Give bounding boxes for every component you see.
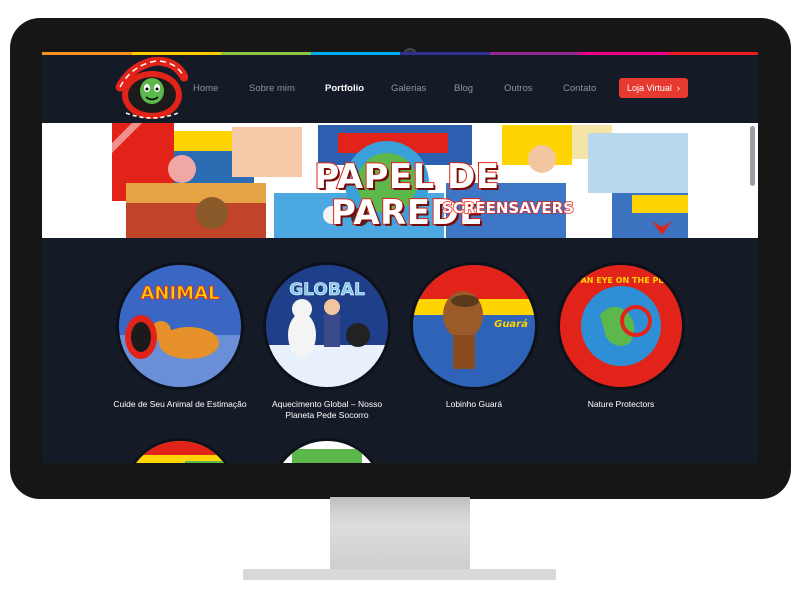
loja-virtual-label: Loja Virtual — [627, 83, 672, 93]
nav-item-blog[interactable]: Blog — [454, 83, 473, 94]
nav-item-sobre-mim[interactable]: Sobre mim — [249, 83, 295, 94]
site-header: Home Sobre mim Portfolio Galerias Blog O… — [42, 55, 758, 123]
portfolio-title[interactable]: Aquecimento Global – Nosso Planeta Pede … — [257, 399, 397, 421]
portfolio-title[interactable]: Lobinho Guará — [404, 399, 544, 410]
stand-shadow — [330, 497, 470, 525]
hero-subtitle: SCREENSAVERS — [441, 198, 575, 218]
portfolio-thumb-global[interactable]: GLOBAL — [263, 262, 391, 390]
hero-title: PAPEL DE PAREDE — [313, 157, 500, 233]
loja-virtual-button[interactable]: Loja Virtual › — [619, 78, 688, 98]
nav-item-portfolio[interactable]: Portfolio — [325, 83, 364, 94]
hero-banner: PAPEL DE PAREDE SCREENSAVERS — [42, 123, 758, 238]
monitor-stand-base — [243, 569, 556, 580]
portfolio-title[interactable]: Nature Protectors — [551, 399, 691, 410]
portfolio-title[interactable]: Cuide de Seu Animal de Estimação — [110, 399, 250, 410]
scrollbar-thumb[interactable] — [750, 126, 755, 186]
svg-text:Guará: Guará — [494, 318, 528, 330]
chevron-right-icon: › — [677, 83, 680, 93]
portfolio-thumb-nature[interactable]: KEEP AN EYE ON THE PLANET — [557, 262, 685, 390]
nav-item-contato[interactable]: Contato — [563, 83, 596, 94]
svg-text:GLOBAL: GLOBAL — [289, 280, 365, 300]
portfolio-thumb-animal[interactable]: ANIMAL — [116, 262, 244, 390]
portfolio-thumb-6[interactable] — [269, 438, 385, 463]
svg-text:ANIMAL: ANIMAL — [140, 283, 219, 304]
website-screen: Home Sobre mim Portfolio Galerias Blog O… — [42, 52, 758, 463]
svg-text:KEEP AN EYE ON THE PLANET: KEEP AN EYE ON THE PLANET — [560, 276, 682, 285]
nav-item-outros[interactable]: Outros — [504, 83, 533, 94]
portfolio-thumb-lobinho[interactable]: Guará — [410, 262, 538, 390]
nav-item-galerias[interactable]: Galerias — [391, 83, 426, 94]
nav-item-home[interactable]: Home — [193, 83, 218, 94]
site-logo[interactable] — [112, 57, 188, 121]
portfolio-thumb-5[interactable] — [122, 438, 238, 463]
